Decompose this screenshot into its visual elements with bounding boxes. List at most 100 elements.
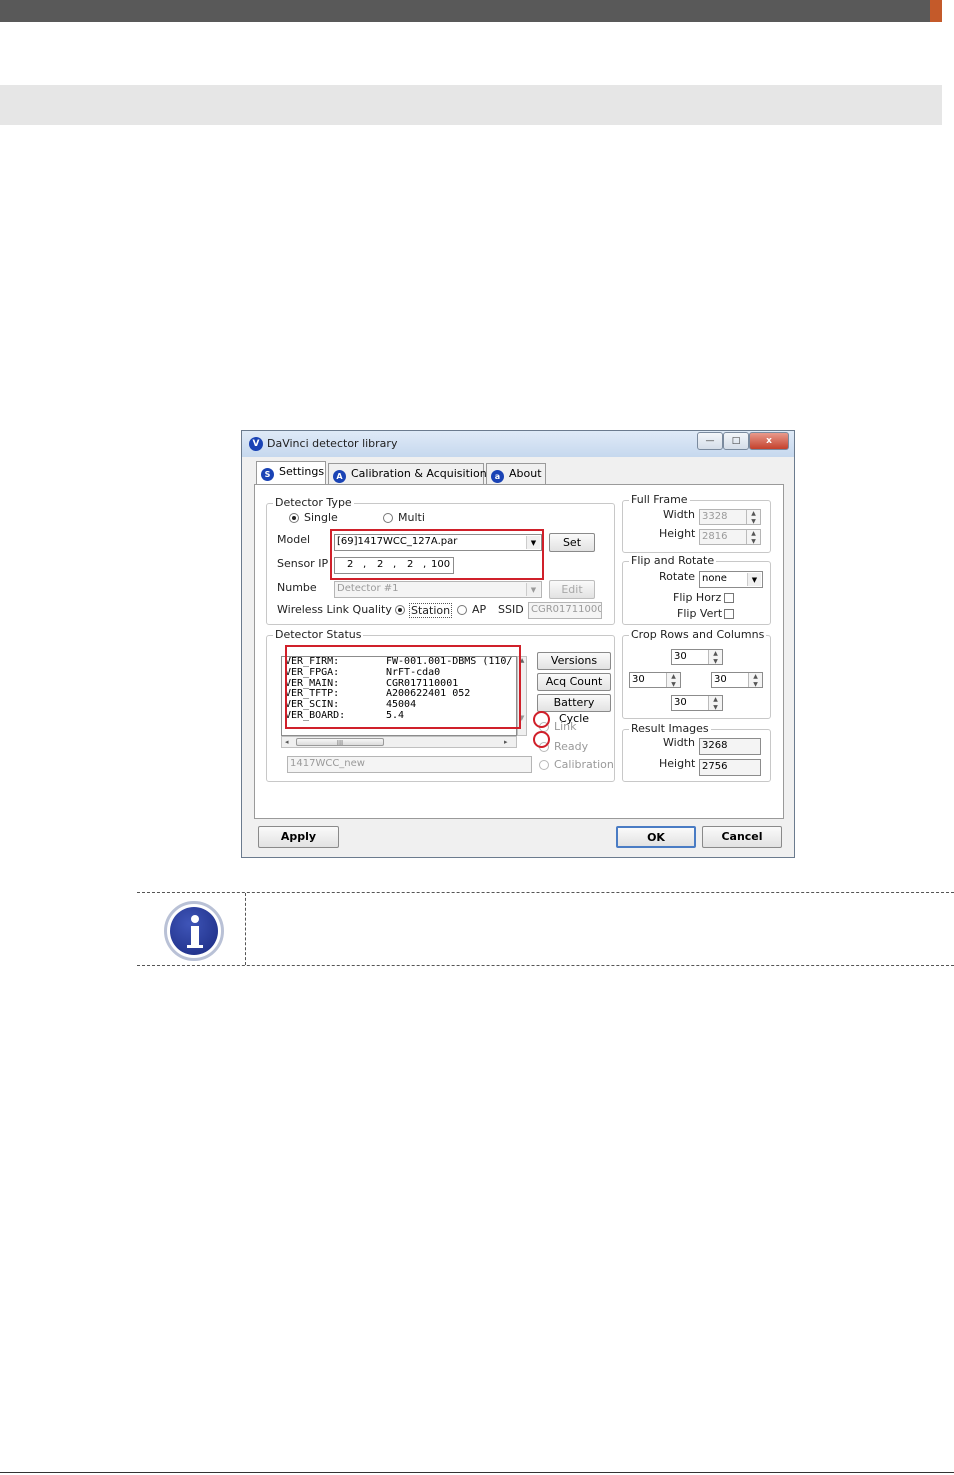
number-label: Numbe [277, 581, 317, 594]
station-label: Station [409, 603, 453, 618]
minimize-button[interactable]: — [697, 432, 723, 450]
result-width-field: 3268 [699, 738, 761, 755]
spinner-arrows-icon[interactable]: ▲ ▼ [708, 696, 722, 710]
acq-count-button[interactable]: Acq Count [537, 673, 611, 691]
crop-left-spinner[interactable]: 30 ▲ ▼ [629, 672, 681, 688]
sensor-ip-label: Sensor IP [277, 557, 329, 570]
davinci-v-icon: V [249, 437, 263, 451]
chevron-down-icon: ▼ [747, 573, 761, 586]
number-value: Detector #1 [337, 583, 399, 594]
spinner-arrows-icon[interactable]: ▲ ▼ [708, 650, 722, 664]
crop-left-value: 30 [632, 674, 645, 685]
rotate-value: none [702, 573, 727, 584]
crop-right-spinner[interactable]: 30 ▲ ▼ [711, 672, 763, 688]
full-height-spinner[interactable]: 2816 ▲ ▼ [699, 529, 761, 545]
flip-vert-checkbox[interactable] [724, 609, 734, 619]
page-header-bar [0, 0, 930, 22]
calibration-label: Calibration [554, 758, 614, 771]
group-title: Detector Type [273, 496, 354, 509]
result-width-label: Width [663, 736, 695, 749]
group-title: Crop Rows and Columns [629, 628, 767, 641]
horizontal-scrollbar[interactable]: ◂ III ▸ [281, 736, 517, 748]
note-box [137, 892, 954, 966]
flip-horz-label: Flip Horz [673, 591, 722, 604]
page-footer-rule [0, 1472, 954, 1473]
group-title: Result Images [629, 722, 711, 735]
tab-label: Settings [279, 465, 325, 478]
edit-button[interactable]: Edit [549, 580, 595, 599]
full-frame-group: Full Frame Width 3328 ▲ ▼ Height 2816 ▲ ▼ [622, 493, 771, 553]
crop-right-value: 30 [714, 674, 727, 685]
group-title: Detector Status [273, 628, 364, 641]
settings-s-icon: S [261, 468, 274, 481]
spinner-arrows-icon[interactable]: ▲ ▼ [746, 510, 760, 524]
rotate-label: Rotate [659, 570, 696, 583]
full-height-label: Height [659, 527, 696, 540]
info-icon-disc [170, 907, 218, 955]
station-radio[interactable] [395, 605, 405, 615]
ap-label: AP [472, 603, 487, 616]
status-highlight-box [285, 645, 521, 729]
result-images-group: Result Images Width 3268 Height 2756 [622, 722, 771, 782]
calibration-radio [539, 760, 549, 770]
tab-label: Calibration & Acquisition [351, 467, 487, 480]
detector-name-field[interactable]: 1417WCC_new [287, 756, 532, 773]
spinner-arrows-icon[interactable]: ▲ ▼ [746, 530, 760, 544]
number-select[interactable]: Detector #1 ▼ [334, 581, 542, 598]
single-radio[interactable] [289, 513, 299, 523]
cancel-button[interactable]: Cancel [702, 826, 782, 848]
maximize-button[interactable]: □ [723, 432, 749, 450]
scrollbar-thumb[interactable]: III [296, 738, 384, 747]
tab-calibration-acquisition[interactable]: A Calibration & Acquisition [328, 463, 487, 485]
set-button[interactable]: Set [549, 533, 595, 552]
flip-horz-checkbox[interactable] [724, 593, 734, 603]
ready-label: Ready [554, 740, 589, 753]
window-title: DaVinci detector library [267, 437, 398, 450]
crop-top-spinner[interactable]: 30 ▲ ▼ [671, 649, 723, 665]
wireless-link-quality-label: Wireless Link Quality [277, 603, 392, 616]
flip-vert-label: Flip Vert [677, 607, 723, 620]
model-highlight-box [330, 529, 544, 580]
link-label: Link [554, 720, 577, 733]
full-width-value: 3328 [702, 511, 728, 522]
crop-bottom-spinner[interactable]: 30 ▲ ▼ [671, 695, 723, 711]
page-header-accent [930, 0, 942, 22]
flip-rotate-group: Flip and Rotate Rotate none ▼ Flip Horz … [622, 554, 771, 625]
multi-label: Multi [398, 511, 425, 524]
crop-group: Crop Rows and Columns 30 ▲ ▼ 30 ▲ ▼ 30 ▲ ▼ … [622, 628, 771, 719]
multi-radio[interactable] [383, 513, 393, 523]
settings-panel: Detector Type Single Multi Model [69]141… [254, 484, 784, 819]
info-icon-base [187, 945, 203, 948]
tab-about[interactable]: a About [486, 463, 546, 485]
battery-cycle-button[interactable]: Battery Cycle [537, 694, 611, 725]
ok-button[interactable]: OK [616, 826, 696, 848]
result-height-field: 2756 [699, 759, 761, 776]
crop-top-value: 30 [674, 651, 687, 662]
note-divider [245, 893, 246, 965]
section-heading-bar [0, 85, 942, 125]
spinner-arrows-icon[interactable]: ▲ ▼ [748, 673, 762, 687]
result-height-label: Height [659, 757, 696, 770]
rotate-select[interactable]: none ▼ [699, 571, 763, 588]
ssid-field[interactable]: CGR017110001 [528, 602, 602, 619]
tab-settings[interactable]: S Settings [256, 461, 326, 485]
info-icon [164, 901, 224, 961]
apply-button[interactable]: Apply [258, 826, 339, 848]
ap-radio[interactable] [457, 605, 467, 615]
chevron-down-icon: ▼ [526, 583, 540, 596]
spinner-arrows-icon[interactable]: ▲ ▼ [666, 673, 680, 687]
info-icon-dot [191, 915, 199, 923]
link-highlight-ring [533, 711, 550, 728]
full-width-label: Width [663, 508, 695, 521]
full-width-spinner[interactable]: 3328 ▲ ▼ [699, 509, 761, 525]
scroll-right-icon[interactable]: ▸ [504, 738, 508, 746]
tab-label: About [509, 467, 542, 480]
about-a-icon: a [491, 470, 504, 483]
single-label: Single [304, 511, 338, 524]
close-button[interactable]: x [749, 432, 789, 450]
ssid-label: SSID [498, 603, 524, 616]
versions-button[interactable]: Versions [537, 652, 611, 670]
title-bar[interactable]: V DaVinci detector library — □ x [242, 431, 794, 457]
group-title: Flip and Rotate [629, 554, 717, 567]
scroll-left-icon[interactable]: ◂ [285, 738, 289, 746]
